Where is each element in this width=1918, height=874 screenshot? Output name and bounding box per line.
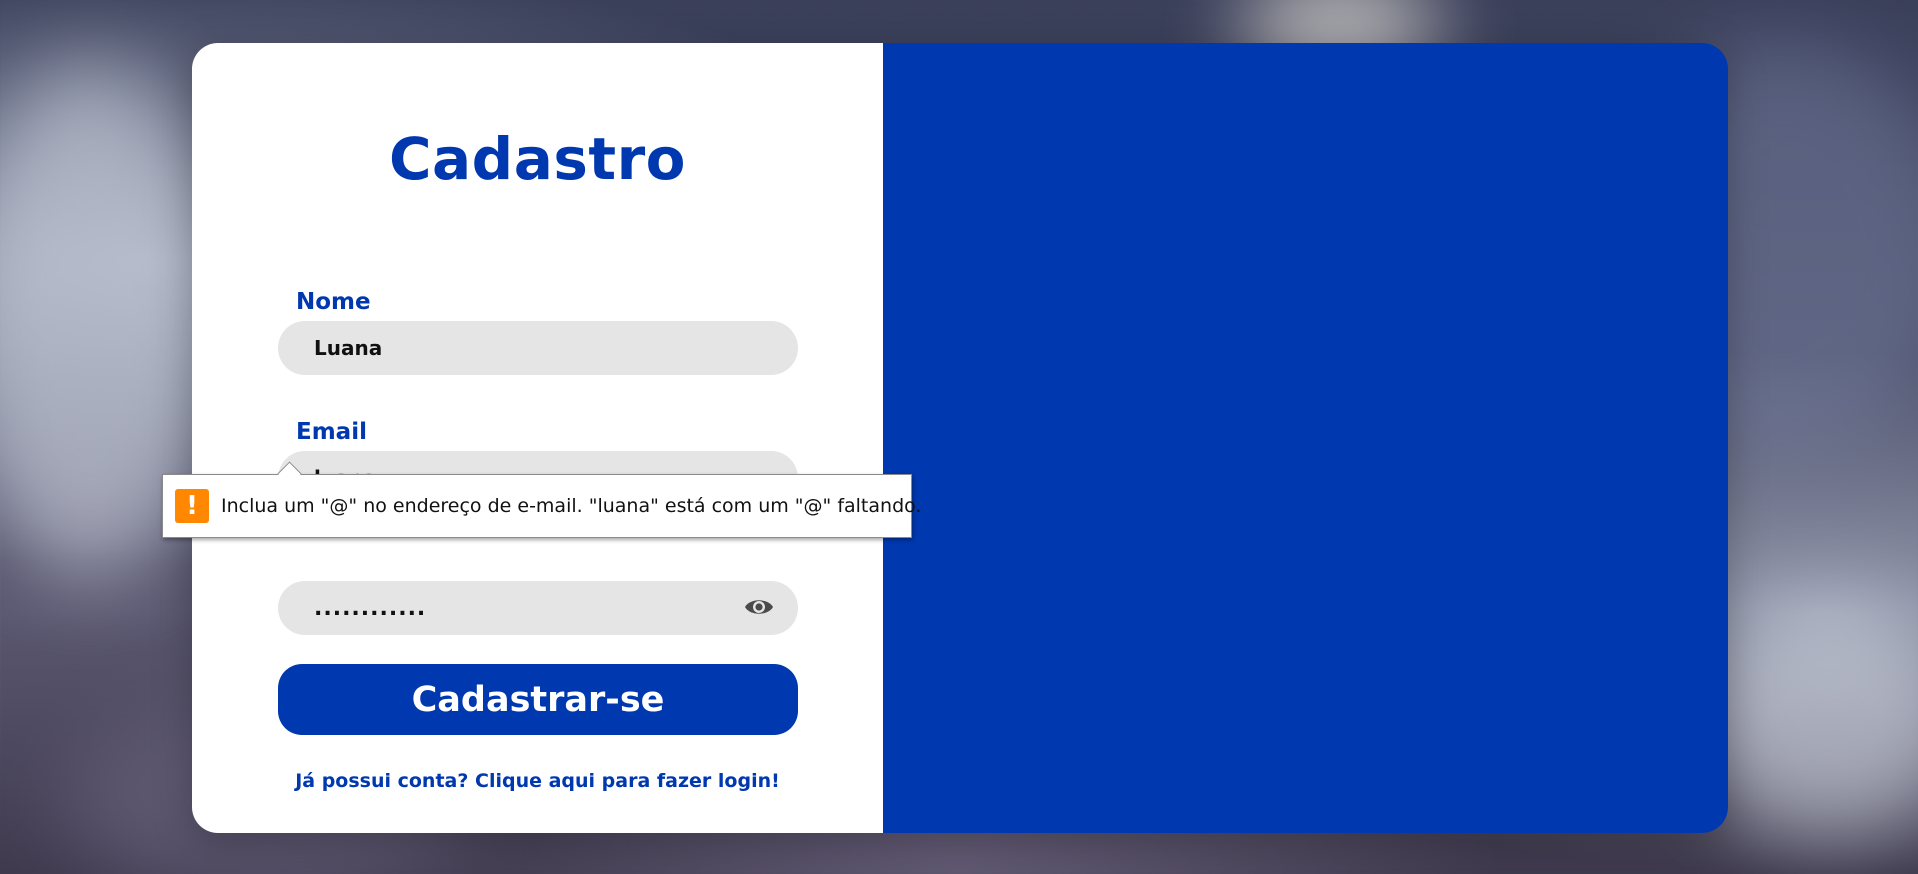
signup-card: Cadastro Nome Email Cadastrar-se Já poss… xyxy=(192,43,1728,833)
validation-tooltip: ! Inclua um "@" no endereço de e-mail. "… xyxy=(162,474,921,538)
blue-panel xyxy=(883,43,1728,833)
warning-icon: ! xyxy=(175,489,209,523)
name-input[interactable] xyxy=(278,321,798,375)
password-input[interactable] xyxy=(278,581,798,635)
form-panel: Cadastro Nome Email Cadastrar-se Já poss… xyxy=(192,43,883,833)
signup-button[interactable]: Cadastrar-se xyxy=(278,664,798,735)
page-title: Cadastro xyxy=(388,125,687,193)
background-blur xyxy=(1700,600,1918,840)
validation-message: Inclua um "@" no endereço de e-mail. "lu… xyxy=(221,495,922,517)
eye-icon[interactable] xyxy=(744,594,774,620)
name-label: Nome xyxy=(296,289,371,315)
email-label: Email xyxy=(296,419,367,445)
login-link[interactable]: Já possui conta? Clique aqui para fazer … xyxy=(192,770,883,792)
